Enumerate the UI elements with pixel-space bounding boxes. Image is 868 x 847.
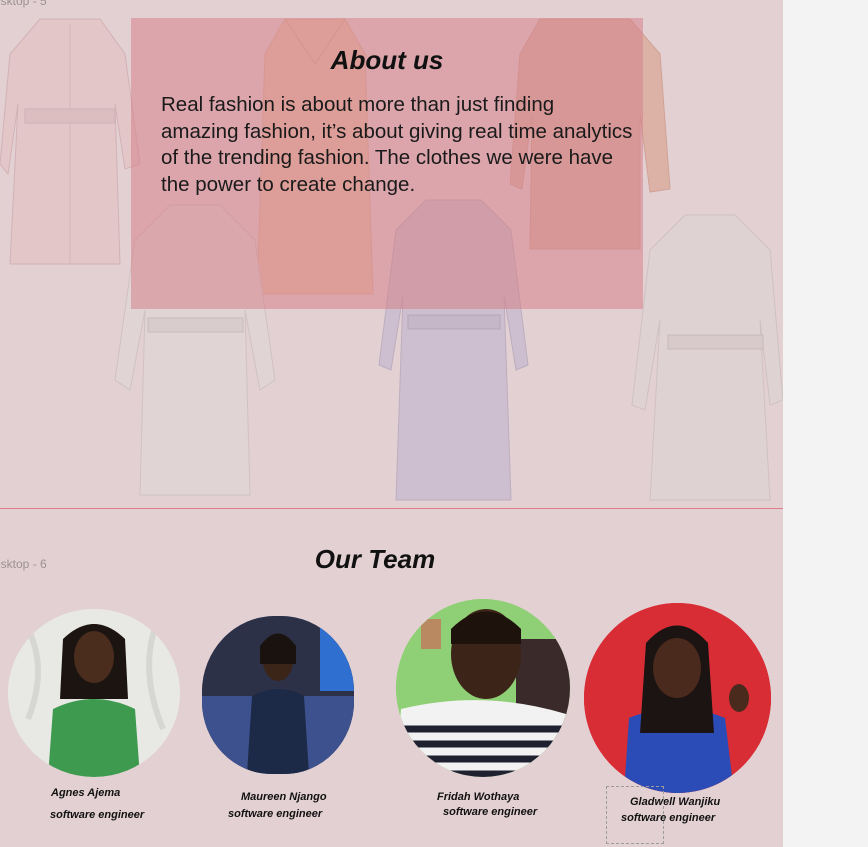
- team-member-name: Maureen Njango: [241, 791, 327, 803]
- selection-box[interactable]: [606, 786, 664, 844]
- our-team-title: Our Team: [314, 544, 436, 574]
- team-member-role: software engineer: [50, 809, 145, 821]
- team-member-photo[interactable]: [584, 603, 771, 793]
- canvas-gutter: [783, 0, 868, 847]
- team-member-photo[interactable]: [202, 616, 354, 774]
- section-divider: [0, 508, 783, 509]
- team-member-role: software engineer: [228, 808, 323, 820]
- design-canvas: esktop - 5: [0, 0, 783, 847]
- frame-label-desktop-5[interactable]: esktop - 5: [0, 0, 47, 8]
- about-us-text: Real fashion is about more than just fin…: [161, 93, 633, 196]
- coat-image: [630, 210, 783, 505]
- about-us-panel: About us Real fashion is about more than…: [131, 18, 643, 309]
- team-member-photo[interactable]: [8, 609, 180, 777]
- team-member-role: software engineer: [443, 806, 538, 818]
- about-us-title: About us: [330, 45, 444, 75]
- team-member-name: Fridah Wothaya: [437, 791, 520, 803]
- team-member-photo[interactable]: [396, 599, 570, 777]
- team-member-name: Agnes Ajema: [51, 787, 121, 799]
